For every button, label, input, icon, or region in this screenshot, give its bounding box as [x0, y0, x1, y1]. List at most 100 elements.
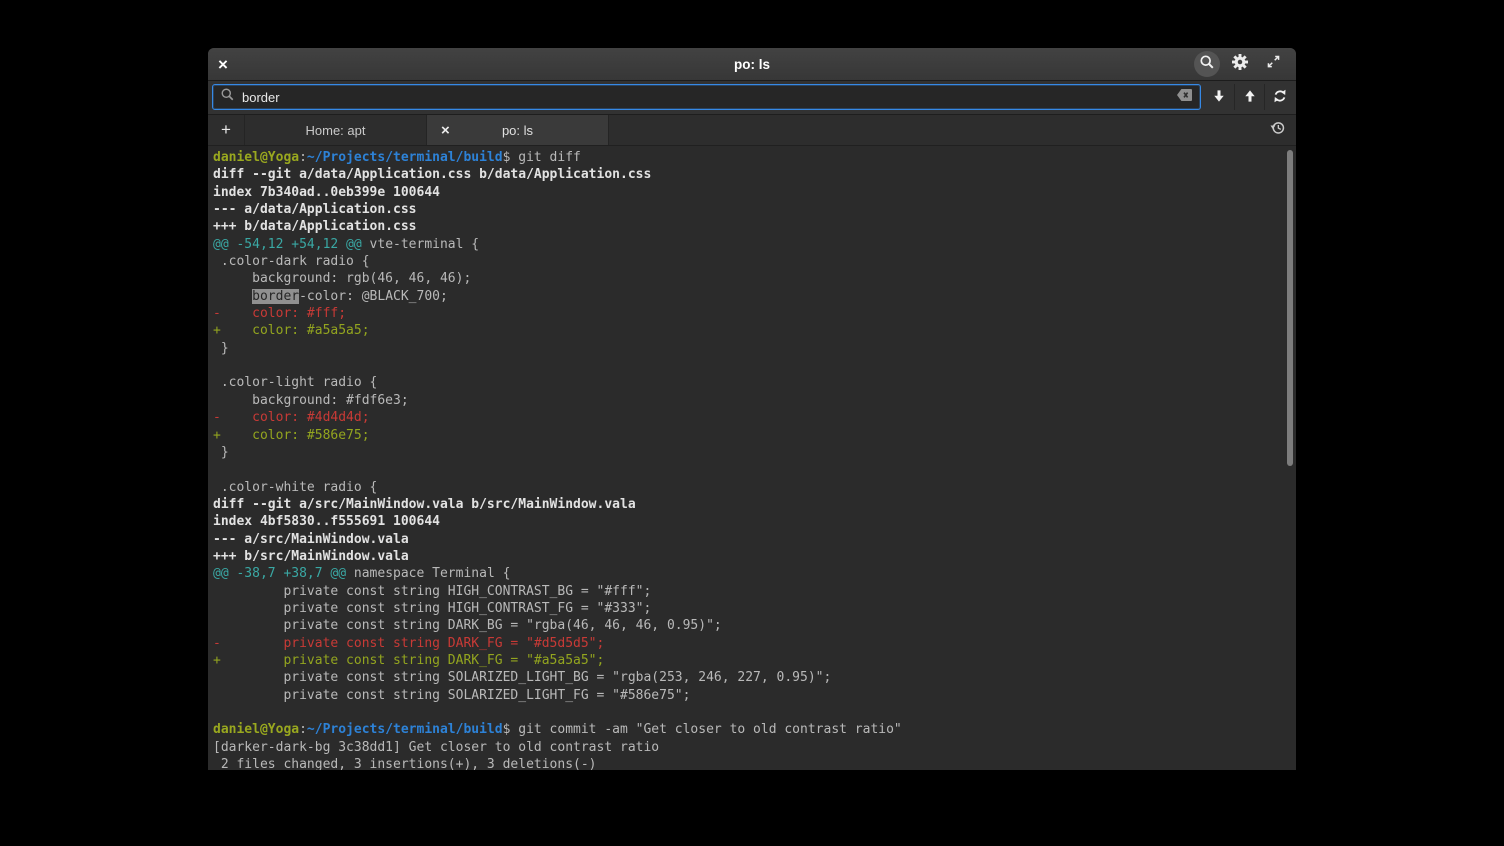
find-next-button[interactable]: [1204, 84, 1234, 110]
terminal-text: }: [213, 445, 229, 460]
terminal-text: .color-light radio {: [213, 375, 377, 390]
terminal-line: private const string HIGH_CONTRAST_BG = …: [213, 583, 1296, 600]
tab-po-ls[interactable]: × po: ls: [427, 115, 609, 145]
terminal-line: private const string SOLARIZED_LIGHT_BG …: [213, 669, 1296, 686]
arrow-up-icon: [1242, 88, 1258, 107]
terminal-text: @@ -38,7 +38,7 @@: [213, 566, 346, 581]
terminal-text: +++ b/src/MainWindow.vala: [213, 549, 409, 564]
terminal-line: private const string HIGH_CONTRAST_FG = …: [213, 600, 1296, 617]
tabbar-spacer: [609, 115, 1258, 145]
terminal-text: diff --git a/data/Application.css b/data…: [213, 167, 651, 182]
gear-icon: [1231, 53, 1249, 76]
titlebar-actions: [1194, 51, 1286, 77]
terminal-text: $ git commit -am "Get closer to old cont…: [503, 722, 902, 737]
terminal-text: +++ b/data/Application.css: [213, 219, 417, 234]
terminal-line: index 4bf5830..f555691 100644: [213, 513, 1296, 530]
terminal-line: @@ -54,12 +54,12 @@ vte-terminal {: [213, 236, 1296, 253]
terminal-line: daniel@Yoga:~/Projects/terminal/build$ g…: [213, 721, 1296, 738]
terminal-text: }: [213, 341, 229, 356]
terminal-line: + color: #a5a5a5;: [213, 322, 1296, 339]
terminal-text: index 7b340ad..0eb399e 100644: [213, 185, 440, 200]
terminal-text: diff --git a/src/MainWindow.vala b/src/M…: [213, 497, 636, 512]
terminal-text: .color-dark radio {: [213, 254, 370, 269]
clear-backspace-icon[interactable]: [1176, 88, 1193, 107]
terminal-text: --- a/src/MainWindow.vala: [213, 532, 409, 547]
terminal-text: vte-terminal {: [362, 237, 479, 252]
terminal-text: [darker-dark-bg 3c38dd1] Get closer to o…: [213, 740, 659, 755]
terminal-text: namespace Terminal {: [346, 566, 510, 581]
search-toggle-button[interactable]: [1194, 51, 1220, 77]
tab-bar: + Home: apt × po: ls: [208, 115, 1296, 146]
terminal-text: private const string SOLARIZED_LIGHT_BG …: [213, 670, 831, 685]
search-icon: [220, 87, 235, 107]
search-match-highlight: border: [252, 289, 299, 304]
terminal-text: - private const string DARK_FG = "#d5d5d…: [213, 636, 604, 651]
terminal-line: + private const string DARK_FG = "#a5a5a…: [213, 652, 1296, 669]
terminal-text: .color-white radio {: [213, 480, 377, 495]
terminal-line: - private const string DARK_FG = "#d5d5d…: [213, 635, 1296, 652]
terminal-text: ~/Projects/terminal/build: [307, 150, 503, 165]
terminal-line: }: [213, 340, 1296, 357]
tab-home-apt[interactable]: Home: apt: [245, 115, 427, 145]
terminal-line: 2 files changed, 3 insertions(+), 3 dele…: [213, 756, 1296, 770]
tab-label: Home: apt: [306, 123, 366, 138]
window-title: po: ls: [208, 57, 1296, 72]
terminal-line: --- a/src/MainWindow.vala: [213, 531, 1296, 548]
terminal-text: + private const string DARK_FG = "#a5a5a…: [213, 653, 604, 668]
terminal-line: + color: #586e75;: [213, 427, 1296, 444]
terminal-line: [213, 357, 1296, 374]
terminal-line: - color: #fff;: [213, 305, 1296, 322]
terminal-view[interactable]: daniel@Yoga:~/Projects/terminal/build$ g…: [208, 146, 1296, 770]
terminal-line: --- a/data/Application.css: [213, 201, 1296, 218]
terminal-line: .color-white radio {: [213, 479, 1296, 496]
terminal-line: [213, 461, 1296, 478]
tab-close-button[interactable]: ×: [441, 123, 450, 138]
terminal-text: private const string HIGH_CONTRAST_BG = …: [213, 584, 651, 599]
new-tab-button[interactable]: +: [208, 115, 245, 145]
search-entry[interactable]: [212, 84, 1201, 110]
terminal-line: private const string DARK_BG = "rgba(46,…: [213, 617, 1296, 634]
terminal-text: + color: #586e75;: [213, 428, 370, 443]
terminal-text: daniel@Yoga: [213, 150, 299, 165]
titlebar[interactable]: × po: ls: [208, 48, 1296, 81]
search-bar: [208, 81, 1296, 115]
terminal-text: 2 files changed, 3 insertions(+), 3 dele…: [213, 757, 597, 770]
terminal-line: [darker-dark-bg 3c38dd1] Get closer to o…: [213, 739, 1296, 756]
find-previous-button[interactable]: [1234, 84, 1264, 110]
terminal-line: border-color: @BLACK_700;: [213, 288, 1296, 305]
terminal-text: background: #fdf6e3;: [213, 393, 409, 408]
scrollbar-thumb[interactable]: [1287, 150, 1293, 466]
terminal-line: +++ b/data/Application.css: [213, 218, 1296, 235]
terminal-line: +++ b/src/MainWindow.vala: [213, 548, 1296, 565]
fullscreen-button[interactable]: [1260, 51, 1286, 77]
history-button[interactable]: [1258, 115, 1296, 145]
terminal-text: private const string HIGH_CONTRAST_FG = …: [213, 601, 651, 616]
arrow-down-icon: [1211, 88, 1227, 107]
tab-label: po: ls: [502, 123, 533, 138]
terminal-line: private const string SOLARIZED_LIGHT_FG …: [213, 687, 1296, 704]
terminal-line: @@ -38,7 +38,7 @@ namespace Terminal {: [213, 565, 1296, 582]
terminal-line: - color: #4d4d4d;: [213, 409, 1296, 426]
cyclic-search-button[interactable]: [1264, 84, 1294, 110]
open-recent-clock-icon: [1269, 119, 1286, 141]
terminal-line: background: rgb(46, 46, 46);: [213, 270, 1296, 287]
search-nav-buttons: [1204, 84, 1294, 110]
cyclic-search-icon: [1272, 88, 1288, 107]
terminal-line: background: #fdf6e3;: [213, 392, 1296, 409]
fullscreen-icon: [1266, 54, 1281, 74]
terminal-text: $ git diff: [503, 150, 581, 165]
terminal-text: :: [299, 150, 307, 165]
terminal-line: index 7b340ad..0eb399e 100644: [213, 184, 1296, 201]
terminal-text: --- a/data/Application.css: [213, 202, 417, 217]
terminal-line: .color-light radio {: [213, 374, 1296, 391]
terminal-line: [213, 704, 1296, 721]
terminal-line: diff --git a/src/MainWindow.vala b/src/M…: [213, 496, 1296, 513]
window-close-button[interactable]: ×: [218, 56, 240, 73]
terminal-text: private const string SOLARIZED_LIGHT_FG …: [213, 688, 690, 703]
terminal-line: .color-dark radio {: [213, 253, 1296, 270]
terminal-text: + color: #a5a5a5;: [213, 323, 370, 338]
settings-button[interactable]: [1227, 51, 1253, 77]
terminal-text: :: [299, 722, 307, 737]
search-input[interactable]: [242, 90, 1169, 105]
terminal-text: private const string DARK_BG = "rgba(46,…: [213, 618, 722, 633]
